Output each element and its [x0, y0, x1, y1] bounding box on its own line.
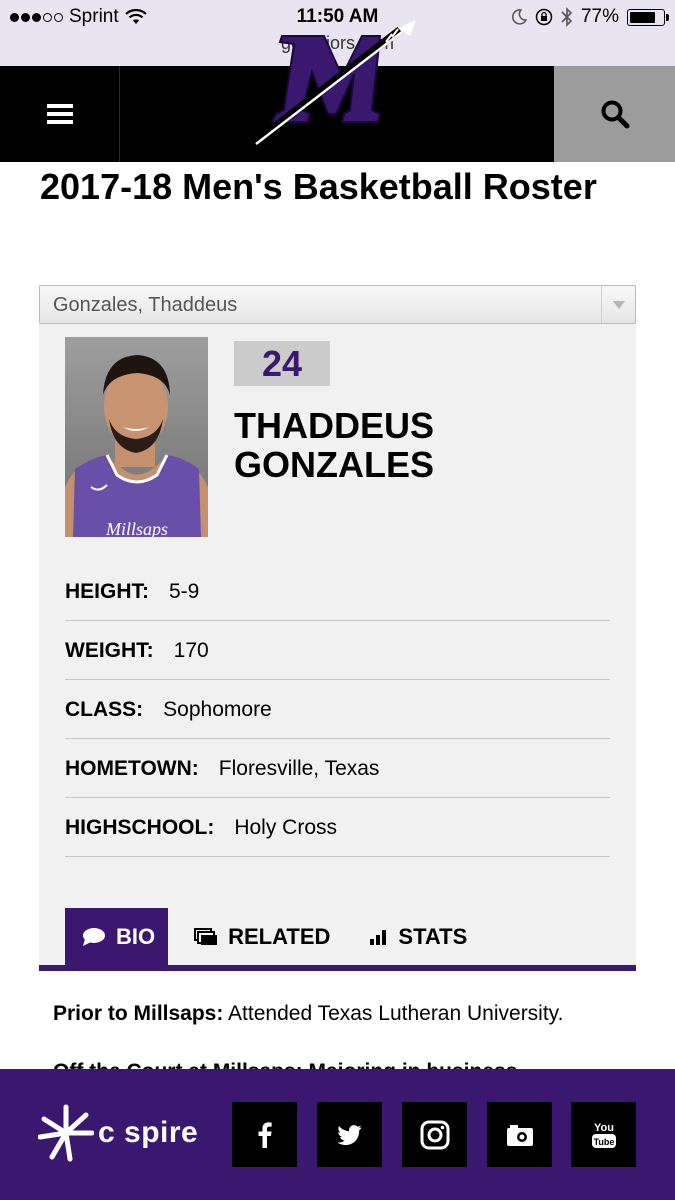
cspire-logo[interactable]: c spire: [38, 1103, 198, 1163]
youtube-button[interactable]: You Tube: [571, 1102, 636, 1167]
millsaps-logo[interactable]: [250, 14, 430, 210]
sponsor-footer: c spire You Tube: [0, 1069, 675, 1200]
player-photo: Millsaps: [65, 337, 208, 537]
layers-icon: [194, 928, 218, 946]
attribute-row-weight: WEIGHT: 170: [65, 621, 610, 680]
tab-related-label: RELATED: [228, 924, 331, 949]
player-card: Millsaps 24 THADDEUS GONZALES HEIGHT: 5-…: [39, 324, 636, 970]
bar-chart-icon: [370, 929, 388, 945]
bio-text: Attended Texas Lutheran University.: [228, 1002, 564, 1025]
attribute-value: Sophomore: [163, 698, 272, 721]
bio-label: Prior to Millsaps:: [53, 1002, 224, 1025]
tab-bio-label: BIO: [116, 924, 156, 949]
twitter-button[interactable]: [317, 1102, 382, 1167]
twitter-icon: [337, 1124, 361, 1145]
battery-percent: 77%: [580, 6, 619, 27]
player-attributes: HEIGHT: 5-9 WEIGHT: 170 CLASS: Sophomore…: [65, 562, 610, 857]
hamburger-menu-icon: [46, 104, 73, 124]
photo-button[interactable]: [487, 1102, 552, 1167]
speech-bubble-icon: [82, 927, 106, 947]
jersey-text: Millsaps: [105, 519, 168, 537]
attribute-label: WEIGHT:: [65, 639, 154, 662]
chevron-down-icon: [601, 286, 635, 323]
tab-stats[interactable]: STATS: [370, 908, 467, 966]
jersey-number: 24: [234, 341, 330, 386]
battery-icon: [627, 8, 669, 26]
player-name: THADDEUS GONZALES: [234, 406, 614, 484]
attribute-row-class: CLASS: Sophomore: [65, 680, 610, 739]
cspire-burst-icon: [38, 1104, 94, 1162]
menu-button[interactable]: [0, 66, 120, 162]
youtube-icon: You Tube: [591, 1122, 616, 1148]
attribute-row-highschool: HIGHSCHOOL: Holy Cross: [65, 798, 610, 857]
attribute-value: 170: [173, 639, 209, 662]
moon-icon: [511, 9, 527, 25]
player-select[interactable]: Gonzales, Thaddeus: [39, 285, 636, 324]
facebook-icon: [258, 1121, 272, 1148]
tab-underline: [39, 965, 636, 971]
svg-text:Tube: Tube: [593, 1137, 614, 1147]
sponsor-name: c spire: [98, 1116, 199, 1149]
svg-text:You: You: [594, 1122, 614, 1134]
attribute-value: Holy Cross: [234, 816, 338, 839]
photo-icon: [506, 1124, 533, 1146]
rotation-lock-icon: [535, 8, 553, 26]
attribute-label: CLASS:: [65, 698, 144, 721]
attribute-row-hometown: HOMETOWN: Floresville, Texas: [65, 739, 610, 798]
attribute-label: HIGHSCHOOL:: [65, 816, 215, 839]
bio-paragraph: Prior to Millsaps: Attended Texas Luther…: [53, 1000, 653, 1028]
attribute-label: HOMETOWN:: [65, 757, 199, 780]
tab-related[interactable]: RELATED: [194, 908, 330, 966]
bluetooth-icon: [561, 7, 573, 27]
search-button[interactable]: [554, 66, 675, 162]
tab-stats-label: STATS: [398, 924, 468, 949]
attribute-label: HEIGHT:: [65, 580, 149, 603]
attribute-value: 5-9: [169, 580, 200, 603]
search-icon: [601, 100, 629, 129]
instagram-button[interactable]: [402, 1102, 467, 1167]
player-select-value: Gonzales, Thaddeus: [53, 294, 238, 316]
attribute-row-height: HEIGHT: 5-9: [65, 562, 610, 621]
facebook-button[interactable]: [232, 1102, 297, 1167]
player-name-text: THADDEUS GONZALES: [234, 405, 435, 485]
player-tabs: BIO RELATED STATS: [65, 908, 467, 966]
attribute-value: Floresville, Texas: [218, 757, 380, 780]
instagram-icon: [420, 1120, 449, 1149]
tab-bio[interactable]: BIO: [65, 908, 169, 966]
